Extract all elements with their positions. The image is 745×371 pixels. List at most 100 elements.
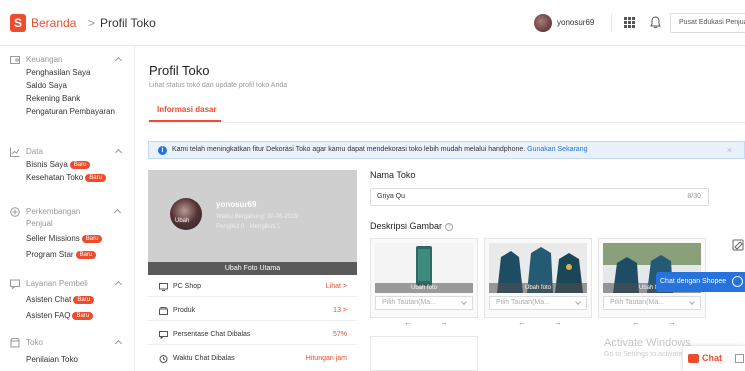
minimize-icon[interactable] bbox=[735, 354, 744, 363]
chevron-down-icon bbox=[689, 299, 695, 305]
chat-bubble-icon bbox=[732, 276, 743, 287]
banner-text: Kami telah meningkatkan fitur Dekorasi T… bbox=[172, 146, 588, 153]
stat-row-produk[interactable]: Produk 13 > bbox=[148, 301, 357, 321]
sidebar-item-kesehatan[interactable]: Kesehatan Toko Baru bbox=[10, 171, 125, 184]
chat-icon bbox=[159, 331, 168, 339]
bell-icon[interactable] bbox=[650, 16, 661, 29]
sidebar-section-perkembangan: Perkembangan Penjual Seller Missions Baru… bbox=[10, 206, 125, 261]
image-card-1: Ubah foto Pilih Tautan(Ma... bbox=[370, 238, 478, 318]
chevron-up-icon[interactable] bbox=[114, 56, 123, 65]
chevron-up-icon[interactable] bbox=[114, 148, 123, 157]
banner-link[interactable]: Gunakan Sekarang bbox=[527, 146, 587, 153]
chevron-up-icon[interactable] bbox=[114, 339, 123, 348]
avatar-edit-label: Ubah bbox=[175, 218, 190, 224]
change-cover-photo-button[interactable]: Ubah Foto Utama bbox=[148, 262, 357, 275]
new-badge: Baru bbox=[85, 173, 106, 182]
sidebar-section-title[interactable]: Layanan Pembeli bbox=[10, 278, 125, 290]
shop-name-input[interactable]: Griya Qu 8/30 bbox=[370, 188, 709, 206]
wallet-icon bbox=[10, 56, 20, 64]
profile-name: yonosur69 bbox=[216, 200, 257, 209]
move-left-icon[interactable]: ← bbox=[518, 318, 526, 327]
top-header: S Beranda > Profil Toko yonosur69 Pusat … bbox=[0, 0, 745, 46]
sidebar-item-saldo[interactable]: Saldo Saya bbox=[10, 79, 125, 92]
sidebar-section-title[interactable]: Perkembangan Penjual bbox=[10, 206, 122, 228]
chat-icon bbox=[688, 354, 699, 363]
sidebar-item-bisnis[interactable]: Bisnis Saya Baru bbox=[10, 158, 125, 171]
sidebar-item-missions[interactable]: Seller Missions Baru bbox=[10, 232, 125, 245]
stat-value: 57% bbox=[332, 331, 347, 338]
sidebar-section-toko: Toko Penilaian Toko bbox=[10, 337, 125, 366]
sidebar-item-penilaian[interactable]: Penilaian Toko bbox=[10, 353, 125, 366]
chart-icon bbox=[10, 147, 20, 157]
change-image-caption[interactable]: Ubah foto bbox=[489, 283, 587, 293]
shop-avatar[interactable]: Ubah bbox=[170, 198, 202, 230]
shop-name-value: Griya Qu bbox=[377, 193, 406, 200]
shopee-logo-icon[interactable]: S bbox=[10, 14, 26, 32]
move-right-icon[interactable]: → bbox=[668, 318, 676, 327]
chevron-up-icon[interactable] bbox=[113, 208, 122, 217]
apps-grid-icon[interactable] bbox=[624, 17, 635, 28]
sidebar-section-keuangan: Keuangan Penghasilan Saya Saldo Saya Rek… bbox=[10, 54, 125, 118]
new-badge: Baru bbox=[72, 311, 94, 320]
page-title: Profil Toko bbox=[149, 63, 210, 78]
chat-button[interactable]: Chat bbox=[683, 346, 745, 371]
stat-value[interactable]: Lihat > bbox=[326, 283, 347, 290]
sidebar-item-asisten-chat[interactable]: Asisten Chat Baru bbox=[10, 293, 125, 306]
clock-icon bbox=[159, 355, 168, 363]
sidebar-item-pembayaran[interactable]: Pengaturan Pembayaran bbox=[10, 105, 125, 118]
shop-name-label: Nama Toko bbox=[370, 170, 416, 180]
move-left-icon[interactable]: ← bbox=[404, 318, 412, 327]
close-icon[interactable]: × bbox=[727, 145, 732, 155]
new-badge: Baru bbox=[69, 160, 91, 169]
sidebar-section-title[interactable]: Data bbox=[10, 146, 125, 158]
chevron-up-icon[interactable] bbox=[114, 280, 123, 289]
sidebar-item-penghasilan[interactable]: Penghasilan Saya bbox=[10, 66, 125, 79]
shop-icon bbox=[10, 338, 20, 348]
stat-value[interactable]: 13 > bbox=[333, 307, 347, 314]
char-counter: 8/30 bbox=[687, 193, 701, 200]
sidebar-section-title[interactable]: Keuangan bbox=[10, 54, 125, 66]
stat-label: Persentase Chat Dibalas bbox=[173, 331, 251, 338]
move-right-icon[interactable]: → bbox=[554, 318, 562, 327]
chat-icon bbox=[10, 279, 20, 289]
link-select-1[interactable]: Pilih Tautan(Ma... bbox=[375, 296, 473, 310]
change-image-caption[interactable]: Ubah foto bbox=[375, 283, 473, 293]
new-badge: Baru bbox=[73, 295, 95, 304]
monitor-icon bbox=[159, 283, 168, 291]
sidebar-item-asisten-faq[interactable]: Asisten FAQ Baru bbox=[10, 309, 125, 322]
info-banner: i Kami telah meningkatkan fitur Dekorasi… bbox=[148, 141, 745, 159]
tab-informasi-dasar[interactable]: Informasi dasar bbox=[157, 105, 217, 114]
profile-followers: Pengikut 0 · Mengikuti 1 bbox=[216, 224, 281, 230]
new-badge: Baru bbox=[75, 250, 97, 259]
sidebar-section-layanan: Layanan Pembeli Asisten Chat Baru Asisten… bbox=[10, 278, 125, 322]
stat-row-chat-persen: Persentase Chat Dibalas 57% bbox=[148, 325, 357, 345]
education-center-button[interactable]: Pusat Edukasi Penjual bbox=[670, 13, 745, 33]
add-image-slot[interactable] bbox=[370, 336, 478, 371]
windows-watermark-title: Activate Windows bbox=[604, 337, 691, 349]
chevron-down-icon bbox=[575, 299, 581, 305]
stat-row-pc-shop[interactable]: PC Shop Lihat > bbox=[148, 277, 357, 297]
move-left-icon[interactable]: ← bbox=[632, 318, 640, 327]
link-select-2[interactable]: Pilih Tautan(Ma... bbox=[489, 296, 587, 310]
profile-cover[interactable]: Ubah yonosur69 Waktu Bergabung: 30-06-20… bbox=[148, 170, 357, 268]
breadcrumb-separator: > bbox=[88, 16, 96, 30]
user-avatar[interactable] bbox=[534, 14, 552, 32]
chat-button-label: Chat bbox=[702, 353, 722, 363]
chat-with-shopee-bubble[interactable]: Chat dengan Shopee bbox=[656, 272, 745, 292]
chevron-down-icon bbox=[461, 299, 467, 305]
stat-label: PC Shop bbox=[173, 283, 202, 290]
link-select-3[interactable]: Pilih Tautan(Ma... bbox=[603, 296, 701, 310]
image-card-2: Ubah foto Pilih Tautan(Ma... bbox=[484, 238, 592, 318]
username[interactable]: yonosur69 bbox=[557, 18, 594, 27]
help-icon[interactable]: ? bbox=[445, 222, 454, 231]
move-right-icon[interactable]: → bbox=[440, 318, 448, 327]
stat-label: Produk bbox=[173, 307, 196, 314]
stat-row-chat-waktu: Waktu Chat Dibalas Hitungan jam bbox=[148, 349, 357, 369]
sidebar-item-star[interactable]: Program Star Baru bbox=[10, 248, 125, 261]
stat-label: Waktu Chat Dibalas bbox=[173, 355, 235, 362]
sidebar-section-title[interactable]: Toko bbox=[10, 337, 125, 349]
growth-icon bbox=[10, 207, 20, 217]
edit-float-icon[interactable] bbox=[732, 238, 745, 252]
sidebar-item-rekening[interactable]: Rekening Bank bbox=[10, 92, 125, 105]
breadcrumb-home[interactable]: Beranda bbox=[31, 16, 76, 30]
